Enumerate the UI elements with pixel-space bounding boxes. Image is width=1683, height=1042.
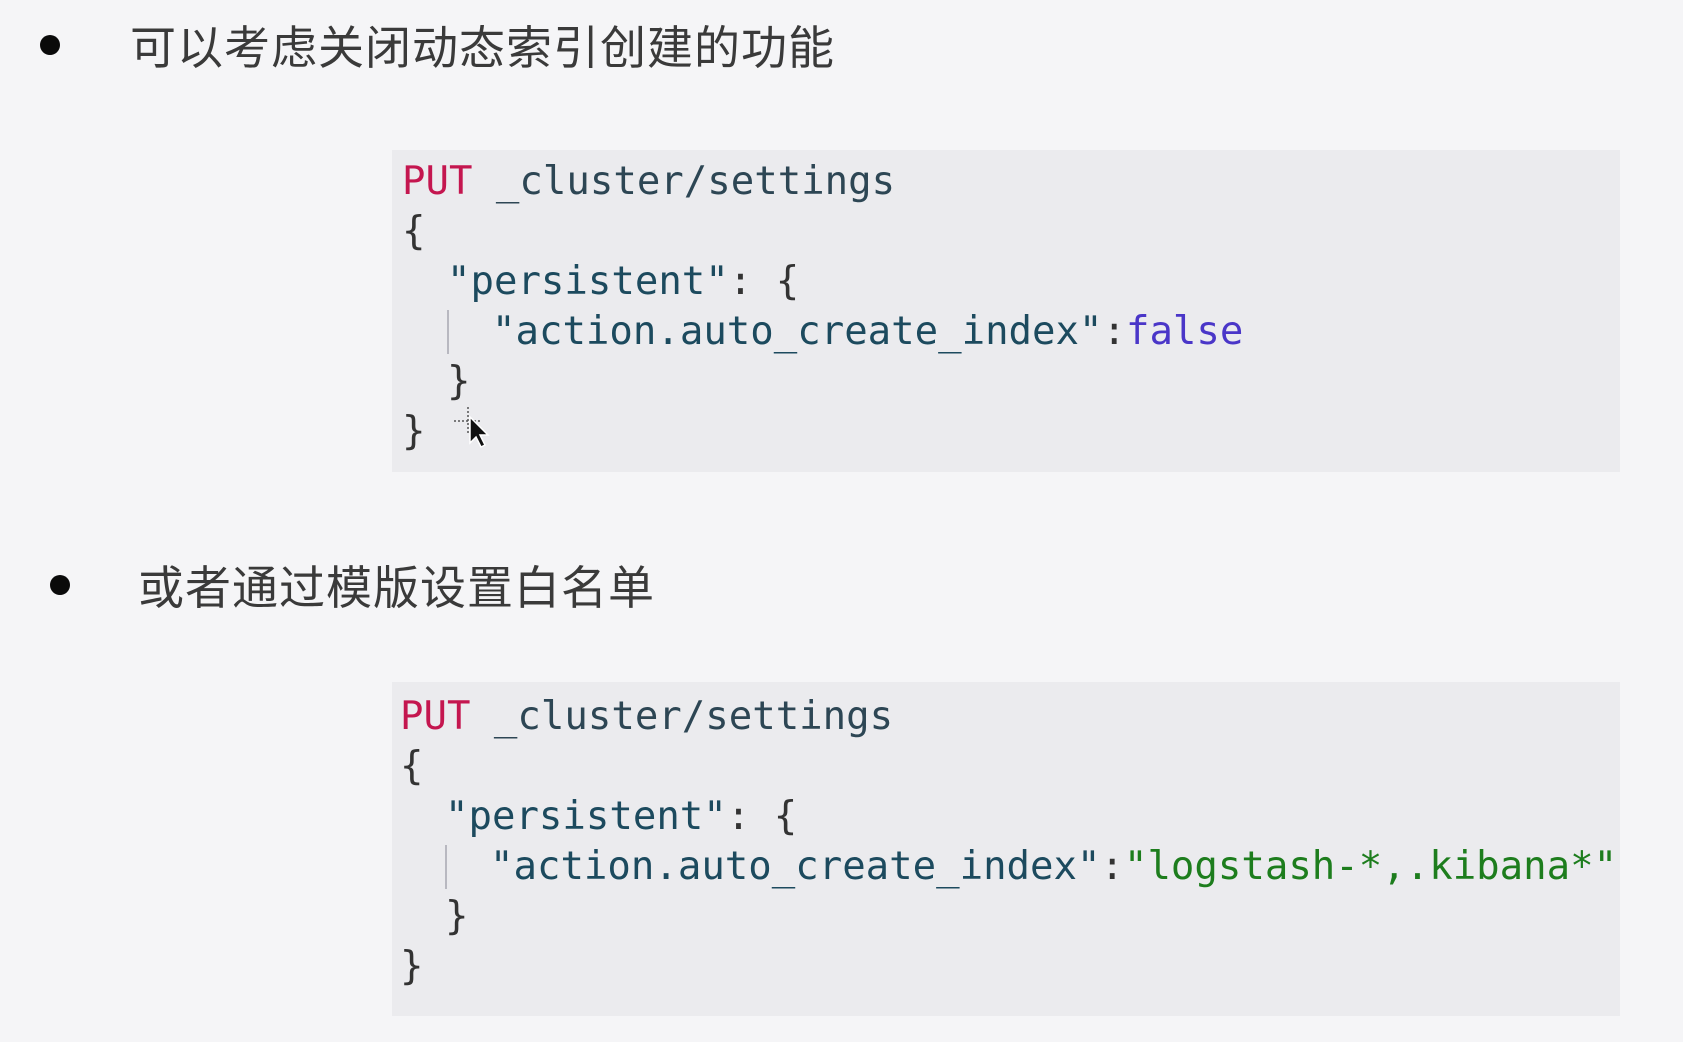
code-line-inner-close: } [447,357,470,407]
code-line-outer-close: } [402,407,425,457]
indent-guide [447,310,449,354]
persistent-key: "persistent" [447,259,729,304]
code-line-setting: "action.auto_create_index":false [492,307,1243,357]
code-line-persistent: "persistent": { [445,792,797,842]
code-line-request: PUT _cluster/settings [402,157,895,207]
persistent-sep: : { [726,794,798,839]
bullet-dot-1 [40,35,60,55]
code-line-inner-close: } [445,892,468,942]
request-path: _cluster/settings [470,694,894,739]
inner-close-brace: } [447,359,471,404]
code-line-persistent: "persistent": { [447,257,799,307]
setting-key: "action.auto_create_index" [492,309,1103,354]
bullet-text-2: 或者通过模版设置白名单 [138,561,655,615]
code-line-outer-close: } [400,942,423,992]
setting-sep: : [1100,844,1124,889]
setting-value: false [1125,309,1244,354]
setting-key: "action.auto_create_index" [490,844,1101,889]
persistent-key: "persistent" [445,794,727,839]
outer-close-brace: } [400,944,424,989]
move-pointer-icon [454,407,490,449]
open-brace: { [400,744,424,789]
bullet-dot-2 [50,575,70,595]
http-method: PUT [402,159,473,204]
code-line-open-brace: { [402,207,425,257]
outer-close-brace: } [402,409,426,454]
request-path: _cluster/settings [472,159,896,204]
code-block-2: PUT _cluster/settings { "persistent": { … [392,682,1620,1016]
setting-value: "logstash-*,.kibana*" [1123,844,1618,889]
open-brace: { [402,209,426,254]
code-block-1: PUT _cluster/settings { "persistent": { … [392,150,1620,472]
persistent-sep: : { [728,259,800,304]
code-line-setting: "action.auto_create_index":"logstash-*,.… [490,842,1617,892]
code-line-open-brace: { [400,742,423,792]
indent-guide [445,845,447,889]
inner-close-brace: } [445,894,469,939]
code-line-request: PUT _cluster/settings [400,692,893,742]
bullet-text-1: 可以考虑关闭动态索引创建的功能 [130,21,835,75]
setting-sep: : [1102,309,1126,354]
http-method: PUT [400,694,471,739]
